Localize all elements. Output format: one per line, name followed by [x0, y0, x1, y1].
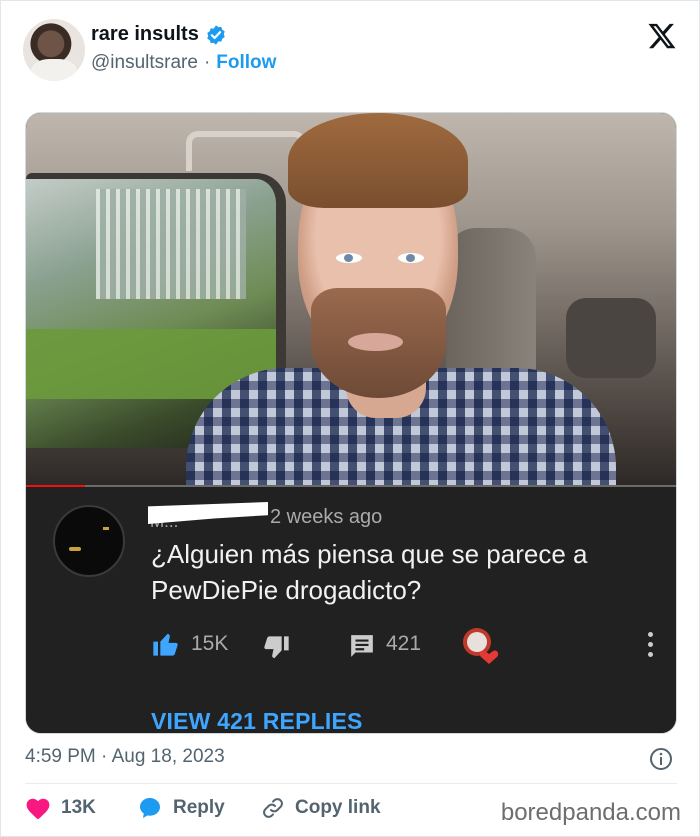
link-icon — [263, 798, 283, 818]
like-count: 13K — [61, 797, 96, 818]
tweet-header: rare insults @insultsrare · Follow — [23, 17, 679, 81]
watermark: boredpanda.com — [500, 799, 681, 826]
handle-row: @insultsrare · Follow — [91, 52, 276, 74]
comment-text: ¿Alguien más piensa que se parece a PewD… — [151, 539, 588, 605]
youtube-comment: M... 2 weeks ago ¿Alguien más piensa que… — [26, 488, 676, 733]
copy-link-button[interactable]: Copy link — [261, 796, 381, 820]
car-seat — [446, 228, 536, 378]
video-frame-image — [26, 113, 676, 487]
reply-button[interactable]: Reply — [137, 796, 225, 820]
comment-actions: 15K 421 — [151, 626, 671, 666]
x-logo-icon[interactable] — [647, 21, 677, 51]
comment-reply-count: 421 — [386, 632, 422, 655]
video-progress-fill — [26, 485, 85, 487]
copy-link-label: Copy link — [295, 797, 381, 818]
user-handle[interactable]: @insultsrare — [91, 52, 198, 74]
like-button[interactable]: 13K — [25, 796, 96, 820]
creator-heart-icon — [463, 628, 499, 664]
tweet-card: rare insults @insultsrare · Follow 2 wee… — [0, 0, 700, 837]
thumbs-down-icon[interactable] — [263, 634, 291, 662]
follow-button[interactable]: Follow — [216, 52, 276, 74]
redaction-scribble — [148, 502, 268, 524]
separator: · — [203, 52, 211, 73]
name-row: rare insults — [91, 23, 227, 46]
view-replies-link[interactable]: VIEW 421 REPLIES — [151, 708, 363, 733]
verified-icon — [207, 24, 225, 45]
commenter-avatar[interactable] — [53, 505, 125, 577]
avatar[interactable] — [23, 19, 85, 81]
comment-like-count: 15K — [191, 632, 229, 655]
divider — [25, 783, 677, 784]
comment-time: 2 weeks ago — [270, 506, 383, 528]
thumbs-up-icon[interactable] — [151, 630, 179, 658]
more-vertical-icon[interactable] — [645, 632, 655, 662]
video-progress-bar[interactable] — [26, 485, 676, 487]
rear-seat — [566, 298, 656, 378]
heart-icon — [26, 798, 50, 820]
reply-label: Reply — [173, 797, 225, 818]
info-icon[interactable] — [649, 747, 673, 771]
tweet-media[interactable]: M... 2 weeks ago ¿Alguien más piensa que… — [25, 112, 677, 734]
tweet-timestamp[interactable]: 4:59 PM · Aug 18, 2023 — [25, 746, 225, 768]
reply-icon[interactable] — [349, 633, 375, 659]
person-hair — [288, 113, 468, 208]
display-name[interactable]: rare insults — [91, 23, 199, 46]
speech-bubble-icon — [140, 798, 160, 818]
